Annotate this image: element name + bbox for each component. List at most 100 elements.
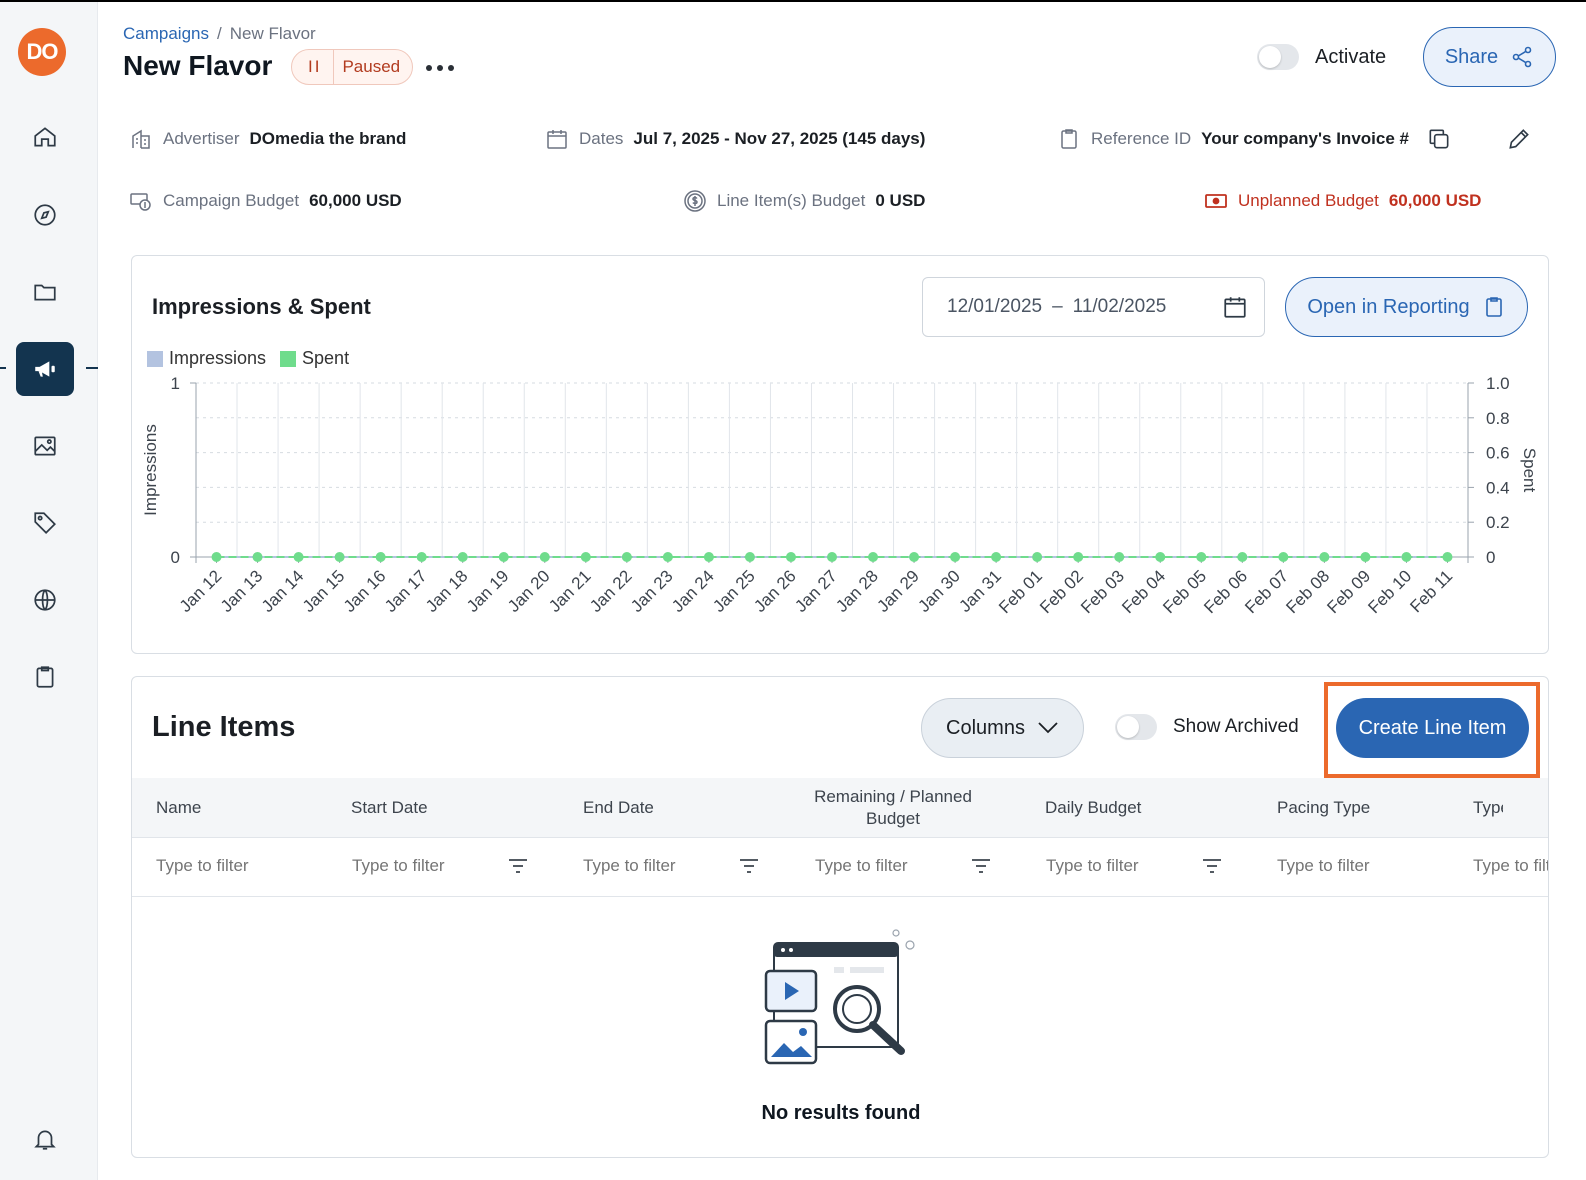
dollar-coin-icon [684, 190, 706, 212]
x-tick-label: Jan 26 [750, 566, 800, 616]
breadcrumb-campaigns-link[interactable]: Campaigns [123, 24, 209, 43]
y2-axis-title: Spent [1520, 448, 1539, 493]
campaign-budget-label: Campaign Budget [163, 191, 300, 210]
avatar[interactable]: DO [18, 28, 66, 76]
x-tick-label: Feb 03 [1077, 566, 1128, 617]
x-tick-label: Jan 30 [914, 566, 964, 616]
column-header-name[interactable]: Name [156, 797, 201, 819]
share-button[interactable]: Share [1423, 27, 1556, 87]
filter-end-date-input[interactable] [583, 856, 723, 876]
sidebar-item-folders[interactable] [16, 265, 74, 319]
date-from: 12/01/2025 [947, 296, 1043, 317]
status-badge[interactable]: II Paused [291, 49, 414, 85]
data-point-spent [909, 552, 920, 562]
data-point-spent [539, 552, 550, 562]
data-point-spent [1319, 552, 1330, 562]
data-point-spent [1237, 552, 1248, 562]
sidebar-item-reports[interactable] [16, 650, 74, 704]
filter-name-input[interactable] [156, 856, 316, 876]
column-header-budget[interactable]: Remaining / Planned Budget [804, 786, 982, 830]
breadcrumb: Campaigns / New Flavor [123, 24, 316, 44]
x-tick-label: Jan 13 [217, 566, 267, 616]
filter-budget-input[interactable] [815, 856, 955, 876]
column-header-type[interactable]: Type [1473, 797, 1503, 819]
table-header: Name Start Date End Date Remaining / Pla… [132, 778, 1548, 838]
legend-item-impressions[interactable]: Impressions [147, 348, 266, 369]
sidebar-item-creatives[interactable] [16, 419, 74, 473]
line-items-budget-label: Line Item(s) Budget [717, 191, 866, 210]
filter-icon[interactable] [971, 858, 991, 874]
sidebar-item-home[interactable] [16, 110, 74, 164]
show-archived-toggle[interactable] [1115, 714, 1157, 740]
legend-label: Impressions [169, 348, 267, 368]
data-point-spent [991, 552, 1002, 562]
open-in-reporting-button[interactable]: Open in Reporting [1285, 277, 1528, 337]
data-point-spent [375, 552, 386, 562]
filter-icon[interactable] [739, 858, 759, 874]
y2-tick-label: 0 [1486, 548, 1495, 567]
x-tick-label: Feb 07 [1241, 566, 1292, 617]
sidebar-item-tags[interactable] [16, 496, 74, 550]
show-archived-label: Show Archived [1173, 716, 1299, 737]
x-tick-label: Jan 14 [258, 566, 308, 616]
legend-item-spent[interactable]: Spent [280, 348, 349, 369]
column-header-daily-budget[interactable]: Daily Budget [1045, 797, 1141, 819]
data-point-spent [1442, 552, 1453, 562]
x-tick-label: Feb 08 [1282, 566, 1333, 617]
x-tick-label: Jan 18 [422, 566, 472, 616]
breadcrumb-separator: / [217, 24, 222, 43]
date-range-picker[interactable]: 12/01/2025 – 11/02/2025 [922, 277, 1265, 337]
data-point-spent [950, 552, 961, 562]
pencil-icon [1509, 129, 1529, 149]
chevron-down-icon [1038, 722, 1058, 734]
data-point-spent [744, 552, 755, 562]
x-tick-label: Feb 06 [1200, 566, 1251, 617]
advertiser-label: Advertiser [163, 129, 240, 148]
edit-button[interactable] [1504, 124, 1534, 154]
money-icon [130, 193, 151, 211]
advertiser-info: Advertiser DOmedia the brand [129, 127, 406, 151]
activate-toggle[interactable] [1257, 44, 1299, 70]
filter-daily-budget-input[interactable] [1046, 856, 1186, 876]
filter-icon[interactable] [508, 858, 528, 874]
column-header-start-date[interactable]: Start Date [351, 797, 428, 819]
filter-type-input[interactable] [1473, 856, 1548, 876]
activate-label: Activate [1315, 46, 1387, 68]
image-icon [34, 436, 56, 456]
data-point-spent [1114, 552, 1125, 562]
x-tick-label: Feb 01 [995, 566, 1046, 617]
sidebar-item-campaigns[interactable] [16, 342, 74, 396]
column-header-pacing-type[interactable]: Pacing Type [1277, 797, 1370, 819]
x-tick-label: Jan 23 [627, 566, 677, 616]
unplanned-budget-info: Unplanned Budget 60,000 USD [1204, 189, 1481, 213]
columns-button[interactable]: Columns [921, 698, 1084, 758]
y2-tick-label: 1.0 [1486, 374, 1510, 393]
data-point-spent [621, 552, 632, 562]
copy-icon [1429, 129, 1449, 149]
data-point-spent [1155, 552, 1166, 562]
active-nav-marker [86, 367, 98, 369]
x-tick-label: Jan 20 [504, 566, 554, 616]
notifications-button[interactable] [16, 1112, 74, 1166]
more-options-icon[interactable] [423, 58, 457, 78]
sidebar-item-explore[interactable] [16, 188, 74, 242]
sidebar-item-globe[interactable] [16, 573, 74, 627]
filter-pacing-type-input[interactable] [1277, 856, 1417, 876]
date-to: 11/02/2025 [1072, 296, 1167, 317]
pause-icon: II [292, 50, 335, 84]
status-label: Paused [342, 57, 401, 76]
data-point-spent [211, 552, 222, 562]
filter-icon[interactable] [1202, 858, 1222, 874]
filter-start-date-input[interactable] [352, 856, 492, 876]
x-tick-label: Jan 12 [176, 566, 226, 616]
reference-value: Your company's Invoice # [1201, 129, 1409, 148]
copy-button[interactable] [1424, 124, 1454, 154]
data-point-spent [1278, 552, 1289, 562]
create-line-item-button[interactable]: Create Line Item [1336, 698, 1529, 758]
share-icon [1512, 46, 1532, 68]
columns-label: Columns [946, 716, 1025, 739]
data-point-spent [827, 552, 837, 562]
column-header-end-date[interactable]: End Date [583, 797, 654, 819]
campaign-budget-info: Campaign Budget 60,000 USD [129, 189, 402, 213]
data-point-spent [1401, 552, 1412, 562]
